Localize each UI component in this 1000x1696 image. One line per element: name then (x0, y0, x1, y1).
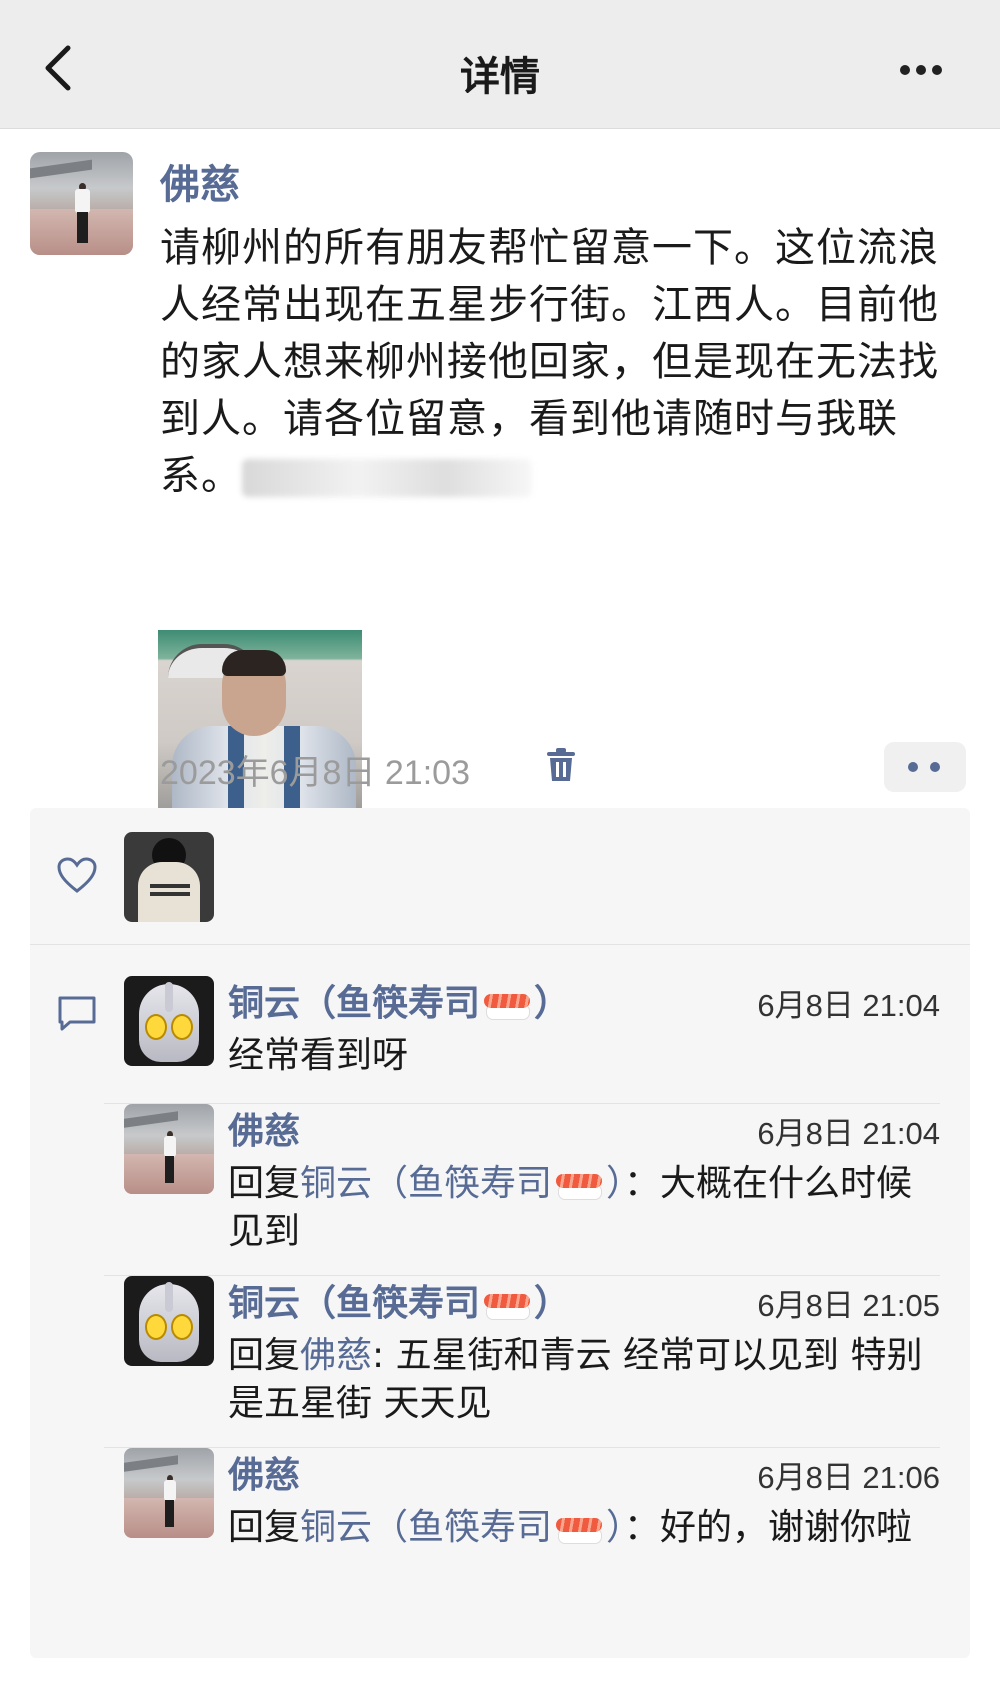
post-text-content: 请柳州的所有朋友帮忙留意一下。这位流浪人经常出现在五星步行街。江西人。目前他的家… (160, 225, 939, 499)
comment-item[interactable]: 铜云（鱼筷寿司） 6月8日 21:05 回复佛慈: 五星街和青云 经常可以见到 … (124, 1274, 970, 1424)
trash-icon[interactable] (545, 747, 577, 783)
comment-item[interactable]: 佛慈 6月8日 21:06 回复铜云（鱼筷寿司 ）：好的，谢谢你啦 (124, 1446, 970, 1548)
commenter-avatar[interactable] (124, 1104, 214, 1194)
comment-text: 回复铜云（鱼筷寿司 ）：好的，谢谢你啦 (228, 1507, 913, 1548)
nav-bar: 详情 (0, 0, 1000, 129)
reply-target-name[interactable]: 铜云（鱼筷寿司） (300, 1163, 624, 1204)
divider (30, 944, 970, 945)
sushi-emoji-icon (484, 990, 531, 1020)
comment-text: 回复铜云（鱼筷寿司 ）：大概在什么时候见到 (228, 1163, 913, 1252)
author-avatar[interactable] (30, 152, 133, 255)
post-timestamp: 2023年6月8日 21:03 (160, 754, 470, 792)
comment-text: 回复佛慈: 五星街和青云 经常可以见到 特别是五星街 天天见 (228, 1335, 923, 1424)
comment-time: 6月8日 21:04 (757, 988, 940, 1023)
sushi-emoji-icon (556, 1170, 603, 1200)
commenter-name[interactable]: 佛慈 (228, 1446, 300, 1498)
comment-item[interactable]: 铜云（鱼筷寿司） 6月8日 21:04 经常看到呀 (124, 974, 970, 1076)
post-text: 请柳州的所有朋友帮忙留意一下。这位流浪人经常出现在五星步行街。江西人。目前他的家… (160, 220, 960, 505)
reply-target-name[interactable]: 佛慈 (300, 1335, 372, 1376)
comment-time: 6月8日 21:06 (757, 1460, 940, 1495)
page-title: 详情 (460, 54, 540, 100)
reply-target-name[interactable]: 铜云（鱼筷寿司） (300, 1507, 624, 1548)
comment-item[interactable]: 佛慈 6月8日 21:04 回复铜云（鱼筷寿司 ）：大概在什么时候见到 (124, 1102, 970, 1252)
commenter-avatar[interactable] (124, 1448, 214, 1538)
redacted-phone-number (242, 459, 532, 497)
more-dots-icon[interactable] (884, 742, 966, 792)
comment-icon (58, 996, 96, 1031)
commenter-name[interactable]: 铜云（鱼筷寿司） (228, 974, 570, 1026)
commenter-avatar[interactable] (124, 976, 214, 1066)
post-photo-1[interactable] (158, 630, 362, 834)
commenter-name[interactable]: 铜云（鱼筷寿司） (228, 1274, 570, 1326)
more-horizontal-icon[interactable] (900, 60, 950, 76)
heart-icon (57, 857, 97, 893)
interaction-panel: 铜云（鱼筷寿司） 6月8日 21:04 经常看到呀 佛慈 6月8日 21:04 … (30, 808, 970, 1658)
liker-avatar[interactable] (124, 832, 214, 922)
comment-time: 6月8日 21:05 (757, 1288, 940, 1323)
sushi-emoji-icon (484, 1290, 531, 1320)
comment-time: 6月8日 21:04 (757, 1116, 940, 1151)
commenter-name[interactable]: 佛慈 (228, 1102, 300, 1154)
sushi-emoji-icon (556, 1514, 603, 1544)
post-author-name[interactable]: 佛慈 (160, 152, 240, 210)
commenter-avatar[interactable] (124, 1276, 214, 1366)
comment-text: 经常看到呀 (228, 1035, 409, 1076)
